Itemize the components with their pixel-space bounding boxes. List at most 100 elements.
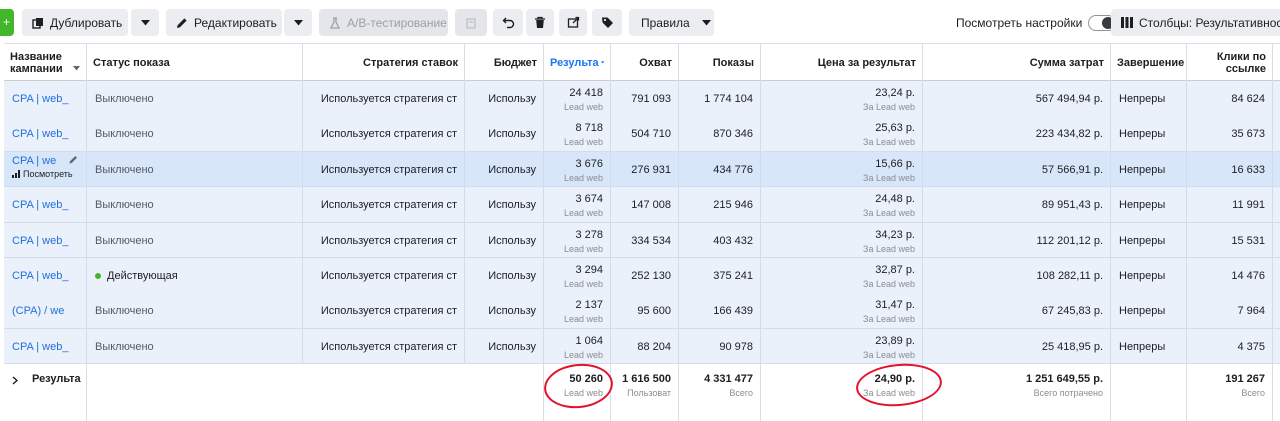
cell-spent-value: 223 434,82 р. <box>1035 128 1103 141</box>
table-row[interactable]: CPA | we Посмотреть Выключено Используется … <box>4 151 1280 188</box>
table-row[interactable]: CPA | web_ Действующая Используется страте… <box>4 258 1280 294</box>
table-row[interactable]: (CPA) / we Выключено Используется стратеги… <box>4 293 1280 329</box>
cell-name-value[interactable]: CPA | web_ <box>12 235 68 247</box>
summary-reach-sub: Пользоват <box>627 388 671 398</box>
table-row[interactable]: CPA | web_ Выключено Используется стратеги… <box>4 187 1280 223</box>
table-row[interactable]: CPA | web_ Выключено Используется стратеги… <box>4 328 1280 365</box>
cell-budget-value: Использу <box>488 305 536 318</box>
cell-cpr-sub: За Lead web <box>863 349 915 360</box>
undo-button[interactable] <box>493 9 523 36</box>
cell-name-value[interactable]: CPA | web_ <box>12 199 68 211</box>
view-chart-label: Посмотреть <box>23 168 73 179</box>
cell-impressions-value: 90 978 <box>719 340 753 353</box>
column-header-amount-spent[interactable]: Сумма затрат <box>923 44 1111 81</box>
cell-bid-value: Используется стратегия ст <box>320 305 457 318</box>
caret-down-icon <box>293 19 303 25</box>
column-header-budget[interactable]: Бюджет <box>465 44 544 81</box>
column-header-link-clicks[interactable]: Клики по ссылке <box>1187 44 1273 81</box>
cell-ends-value: Непреры <box>1119 234 1166 247</box>
cell-name[interactable]: CPA | web_ <box>4 187 87 222</box>
edit-dropdown-button[interactable] <box>284 9 312 36</box>
cell-name[interactable]: CPA | web_ <box>4 81 87 116</box>
column-header-bid-strategy[interactable]: Стратегия ставок <box>303 44 465 81</box>
edit-label: Редактировать <box>194 15 277 30</box>
summary-reach-cell: 1 616 500 Пользоват <box>611 364 679 421</box>
cell-cpr-sub: За Lead web <box>863 208 915 219</box>
summary-clicks: 191 267 <box>1225 373 1265 385</box>
rules-button[interactable]: Правила <box>629 9 714 36</box>
cell-name[interactable]: CPA | web_ <box>4 258 87 293</box>
cell-ends-value: Непреры <box>1119 270 1166 282</box>
column-header-ends[interactable]: Завершение <box>1111 44 1187 81</box>
cell-budget-value: Использу <box>488 340 536 353</box>
cell-cpr: 34,23 р. За Lead web <box>761 222 923 258</box>
cell-name[interactable]: CPA | web_ <box>4 116 87 151</box>
cell-name-value[interactable]: CPA | web_ <box>12 341 68 353</box>
table-row[interactable]: CPA | web_ Выключено Используется стратеги… <box>4 81 1280 117</box>
columns-button[interactable]: Столбцы: Результативность <box>1111 9 1280 36</box>
cell-ends-value: Непреры <box>1119 340 1166 353</box>
column-header-name[interactable]: Название кампании <box>4 44 87 81</box>
column-header-status[interactable]: Статус показа <box>87 44 303 81</box>
cell-results-value: 1 064 <box>575 334 603 347</box>
cell-cpr-sub: За Lead web <box>863 314 915 325</box>
column-header-status-label: Статус показа <box>93 56 170 69</box>
ab-test-label: A/B-тестирование <box>347 15 447 30</box>
column-header-impressions[interactable]: Показы <box>679 44 761 81</box>
cell-budget-value: Использу <box>488 270 536 282</box>
cell-clicks: 35 673 <box>1187 116 1273 151</box>
create-button[interactable]: + <box>0 9 14 36</box>
cell-ends: Непреры <box>1111 258 1187 293</box>
pencil-icon <box>177 17 187 28</box>
edit-button[interactable]: Редактировать <box>166 9 282 36</box>
view-chart-link[interactable]: Посмотреть <box>12 169 73 179</box>
cell-name-value[interactable]: CPA | web_ <box>12 93 68 105</box>
cell-name[interactable]: CPA | we Посмотреть <box>4 151 87 187</box>
cell-clicks-value: 4 375 <box>1237 340 1265 353</box>
cell-clicks-value: 15 531 <box>1231 234 1265 247</box>
archive-button[interactable] <box>455 9 487 36</box>
table-row[interactable]: CPA | web_ Выключено Используется стратеги… <box>4 222 1280 259</box>
view-settings: Посмотреть настройки <box>956 9 1117 36</box>
status-active: Действующая <box>95 270 178 282</box>
cell-ends: Непреры <box>1111 187 1187 222</box>
cell-name[interactable]: (CPA) / we <box>4 293 87 328</box>
export-button[interactable] <box>559 9 587 36</box>
bar-chart-icon <box>12 169 20 178</box>
cell-budget: Использу <box>465 328 544 364</box>
cell-name[interactable]: CPA | web_ <box>4 222 87 258</box>
delete-button[interactable] <box>526 9 554 36</box>
caret-down-icon <box>701 19 711 25</box>
cell-bid: Используется стратегия ст <box>303 151 465 187</box>
cell-spent: 57 566,91 р. <box>923 151 1111 187</box>
status-active-dot-icon <box>95 273 101 280</box>
ab-test-button[interactable]: A/B-тестирование <box>319 9 448 36</box>
cell-status-value: Действующая <box>107 270 178 282</box>
table-row[interactable]: CPA | web_ Выключено Используется стратеги… <box>4 116 1280 152</box>
tag-button[interactable] <box>592 9 622 36</box>
cell-name[interactable]: CPA | web_ <box>4 328 87 364</box>
cell-budget-value: Использу <box>488 163 536 176</box>
cell-name-value[interactable]: CPA | web_ <box>12 128 68 140</box>
cell-cpr-sub: За Lead web <box>863 279 915 289</box>
cell-clicks-value: 16 633 <box>1231 163 1265 176</box>
cell-name-value[interactable]: (CPA) / we <box>12 305 64 317</box>
cell-name-value[interactable]: CPA | web_ <box>12 270 68 282</box>
column-header-cost-per-result[interactable]: Цена за результат <box>761 44 923 81</box>
columns-label: Столбцы: Результативность <box>1139 15 1280 30</box>
summary-impressions-cell: 4 331 477 Всего <box>679 364 761 421</box>
cell-name-value[interactable]: CPA | we <box>12 155 56 167</box>
cell-reach-value: 276 931 <box>631 163 671 176</box>
cell-spent-value: 567 494,94 р. <box>1035 93 1103 105</box>
column-header-reach[interactable]: Охват <box>611 44 679 81</box>
cell-cpr-sub: За Lead web <box>863 137 915 148</box>
cell-cpr-value: 23,89 р. <box>875 334 915 347</box>
cell-cpr-value: 23,24 р. <box>875 87 915 99</box>
cell-bid: Используется стратегия ст <box>303 222 465 258</box>
edit-pencil-icon[interactable] <box>69 155 78 164</box>
duplicate-button[interactable]: Дублировать <box>22 9 128 36</box>
summary-label-cell[interactable]: Результа <box>4 364 87 421</box>
column-header-clicks-line1: Клики по <box>1216 50 1266 63</box>
duplicate-dropdown-button[interactable] <box>131 9 159 36</box>
column-header-results[interactable]: Результа <box>544 44 611 81</box>
